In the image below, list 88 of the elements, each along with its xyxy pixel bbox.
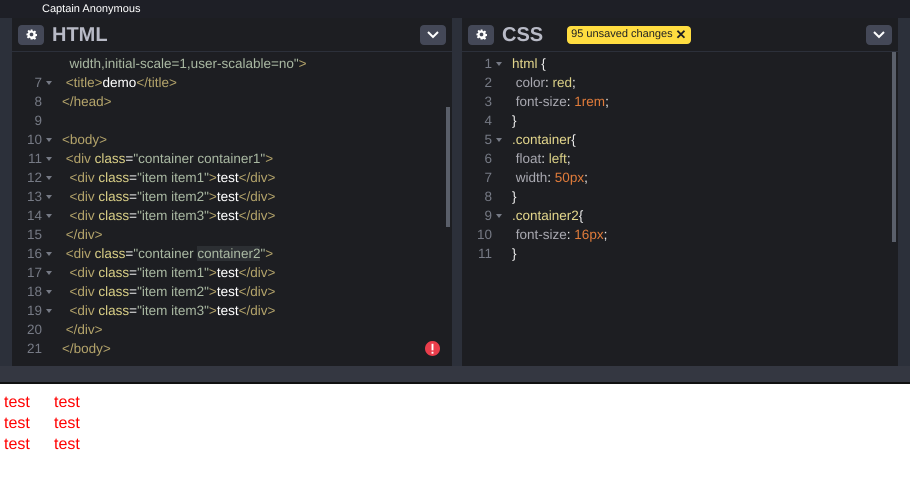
chevron-down-icon xyxy=(873,30,885,38)
code-line: } xyxy=(511,112,517,130)
code-line: </body> xyxy=(61,340,111,358)
settings-icon xyxy=(476,29,486,40)
line-number: 16 xyxy=(26,246,42,261)
preview-text: test xyxy=(4,393,30,413)
code-line: font-size: 16px; xyxy=(514,226,608,244)
preview-text: test xyxy=(54,414,80,434)
fold-arrow-icon[interactable] xyxy=(46,156,52,160)
code-line: } xyxy=(511,188,517,206)
collapse-button[interactable] xyxy=(866,24,892,44)
line-number: 17 xyxy=(26,265,42,280)
code-line: <div class="item item2">test</div> xyxy=(68,188,276,206)
line-number: 11 xyxy=(478,246,492,261)
line-number: 9 xyxy=(34,113,42,128)
code-line: <div class="item item3">test</div> xyxy=(68,207,276,225)
line-number: 3 xyxy=(484,94,492,109)
line-number: 12 xyxy=(26,170,42,185)
code-line: <div class="item item1">test</div> xyxy=(68,169,276,187)
line-number: 18 xyxy=(26,284,42,299)
collapse-button[interactable] xyxy=(420,24,446,44)
line-number: 8 xyxy=(34,94,42,109)
line-number: 4 xyxy=(484,113,492,128)
badge-text: 95 unsaved changes xyxy=(571,27,673,42)
settings-button[interactable] xyxy=(18,24,44,44)
close-icon[interactable]: ✕ xyxy=(676,24,687,44)
fold-arrow-icon[interactable] xyxy=(46,176,52,180)
code-line: .container2{ xyxy=(511,207,584,225)
code-line: <div class="item item3">test</div> xyxy=(68,302,276,320)
line-number: 21 xyxy=(26,341,42,356)
code-line: <body> xyxy=(61,131,108,149)
fold-arrow-icon[interactable] xyxy=(496,62,502,66)
line-number: 7 xyxy=(484,170,492,185)
line-number: 1 xyxy=(484,56,492,71)
code-line: } xyxy=(511,245,517,263)
line-number: 10 xyxy=(26,132,42,147)
unsaved-changes-badge[interactable]: 95 unsaved changes ✕ xyxy=(567,26,691,44)
code-line: color: red; xyxy=(514,74,576,92)
code-line: <title>demo</title> xyxy=(64,74,177,92)
line-number: 9 xyxy=(484,208,492,223)
line-number: 8 xyxy=(484,189,492,204)
code-line: width,initial-scale=1,user-scalable=no"> xyxy=(68,55,307,73)
fold-arrow-icon[interactable] xyxy=(46,194,52,198)
fold-arrow-icon[interactable] xyxy=(46,214,52,218)
code-line: font-size: 1rem; xyxy=(514,93,609,111)
error-icon[interactable] xyxy=(425,341,440,356)
settings-icon xyxy=(26,29,36,40)
panel-title: HTML xyxy=(52,22,108,48)
scrollbar[interactable] xyxy=(892,52,896,242)
preview-text: test xyxy=(4,414,30,434)
line-number: 15 xyxy=(26,227,42,242)
code-line: float: left; xyxy=(514,150,571,168)
code-line: width: 50px; xyxy=(514,169,588,187)
code-line: </div> xyxy=(64,226,103,244)
preview-text: test xyxy=(54,393,80,413)
panel-title: CSS xyxy=(502,22,544,48)
line-number: 10 xyxy=(476,227,492,242)
fold-arrow-icon[interactable] xyxy=(46,290,52,294)
preview-text: test xyxy=(54,435,80,455)
code-line: </head> xyxy=(61,93,112,111)
code-line: .container{ xyxy=(511,131,576,149)
line-number: 20 xyxy=(26,322,42,337)
code-line: <div class="item item1">test</div> xyxy=(68,264,276,282)
line-number: 5 xyxy=(484,132,492,147)
fold-arrow-icon[interactable] xyxy=(46,270,52,274)
code-line: html { xyxy=(511,55,546,73)
line-number: 2 xyxy=(484,75,492,90)
preview-text: test xyxy=(4,435,30,455)
fold-arrow-icon[interactable] xyxy=(46,80,52,84)
line-number: 13 xyxy=(26,189,42,204)
user-name: Captain Anonymous xyxy=(42,4,140,14)
line-number: 11 xyxy=(28,151,42,166)
scrollbar[interactable] xyxy=(446,107,450,227)
fold-arrow-icon[interactable] xyxy=(46,308,52,312)
fold-arrow-icon[interactable] xyxy=(496,138,502,142)
chevron-down-icon xyxy=(427,30,439,38)
fold-arrow-icon[interactable] xyxy=(496,214,502,218)
code-line: <div class="container container1"> xyxy=(64,150,274,168)
fold-arrow-icon[interactable] xyxy=(46,138,52,142)
code-line: <div class="item item2">test</div> xyxy=(68,283,276,301)
line-number: 6 xyxy=(484,151,492,166)
line-number: 14 xyxy=(26,208,42,223)
line-number: 7 xyxy=(34,75,42,90)
code-line: <div class="container container2"> xyxy=(64,245,274,263)
line-number: 19 xyxy=(26,303,42,318)
settings-button[interactable] xyxy=(468,24,494,44)
fold-arrow-icon[interactable] xyxy=(46,252,52,256)
code-line: </div> xyxy=(64,321,103,339)
